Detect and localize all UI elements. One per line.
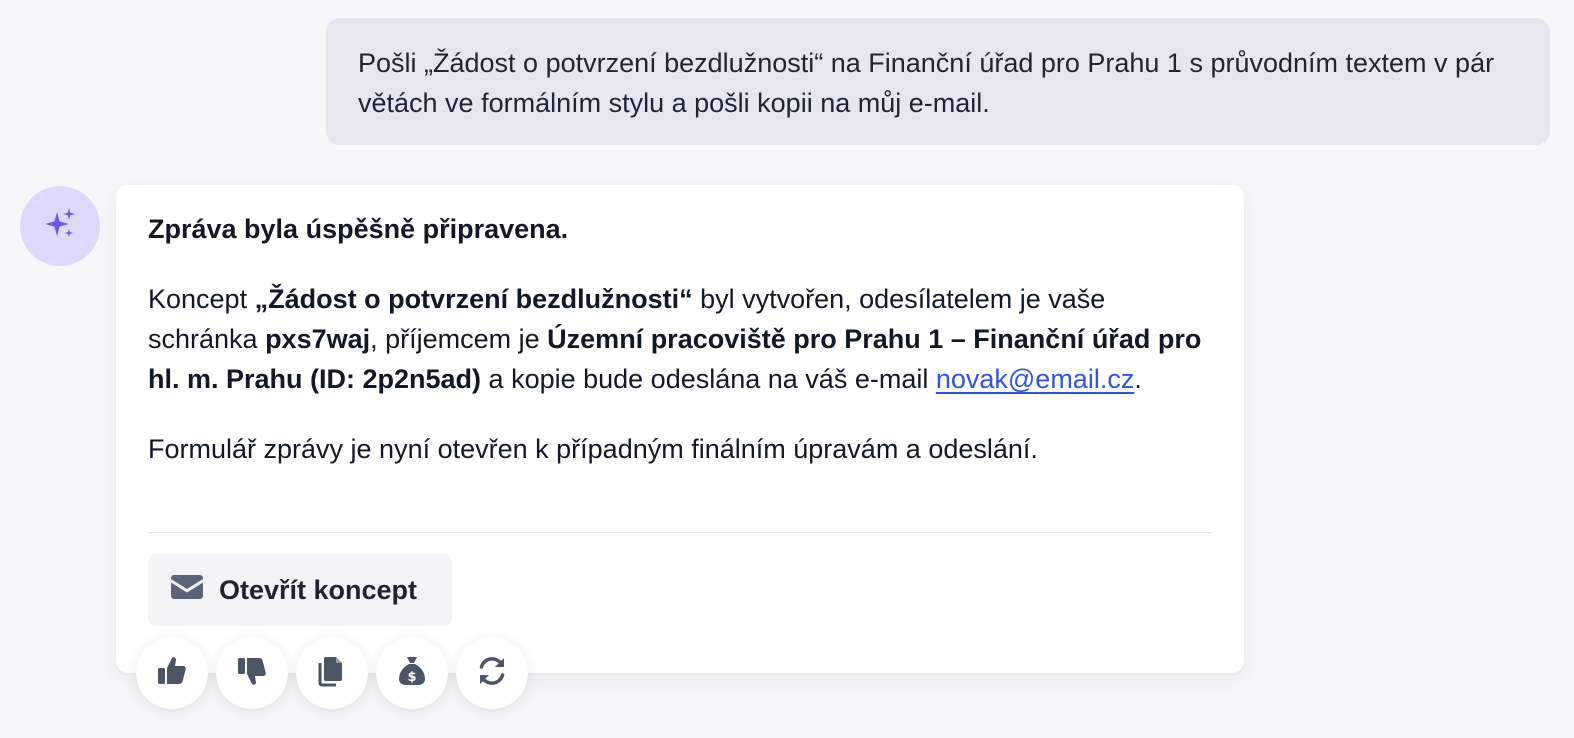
sparkles-icon [42, 206, 78, 247]
open-draft-button[interactable]: Otevřít koncept [148, 554, 452, 626]
copy-icon [315, 654, 349, 693]
body-text: . [1134, 364, 1142, 394]
envelope-icon [171, 574, 203, 607]
assistant-body: Koncept „Žádost o potvrzení bezdlužnosti… [148, 279, 1212, 399]
sender-box-id: pxs7waj [265, 324, 371, 354]
body-text: a kopie bude odeslána na váš e-mail [481, 364, 936, 394]
assistant-message-card: Zpráva byla úspěšně připravena. Koncept … [116, 185, 1244, 673]
cost-button[interactable]: $ [376, 637, 448, 709]
svg-text:$: $ [407, 670, 416, 685]
assistant-message-text: Zpráva byla úspěšně připravena. Koncept … [148, 209, 1212, 469]
regenerate-button[interactable] [456, 637, 528, 709]
email-link[interactable]: novak@email.cz [936, 364, 1134, 394]
thumbs-down-icon [235, 654, 269, 693]
like-button[interactable] [136, 637, 208, 709]
draft-subject: „Žádost o potvrzení bezdlužnosti“ [254, 284, 693, 314]
dislike-button[interactable] [216, 637, 288, 709]
user-message-text: Pošli „Žádost o potvrzení bezdlužnosti“ … [358, 48, 1495, 118]
refresh-icon [475, 654, 509, 693]
assistant-avatar [20, 186, 100, 266]
body-text: Koncept [148, 284, 255, 314]
user-message-bubble: Pošli „Žádost o potvrzení bezdlužnosti“ … [326, 18, 1550, 145]
message-actions: $ [136, 637, 528, 709]
divider [148, 532, 1212, 533]
copy-button[interactable] [296, 637, 368, 709]
money-bag-icon: $ [395, 654, 429, 693]
open-draft-label: Otevřít koncept [219, 574, 418, 605]
thumbs-up-icon [155, 654, 189, 693]
assistant-footer-text: Formulář zprávy je nyní otevřen k případ… [148, 434, 1038, 464]
assistant-heading: Zpráva byla úspěšně připravena. [148, 214, 569, 244]
body-text: , příjemcem je [370, 324, 548, 354]
